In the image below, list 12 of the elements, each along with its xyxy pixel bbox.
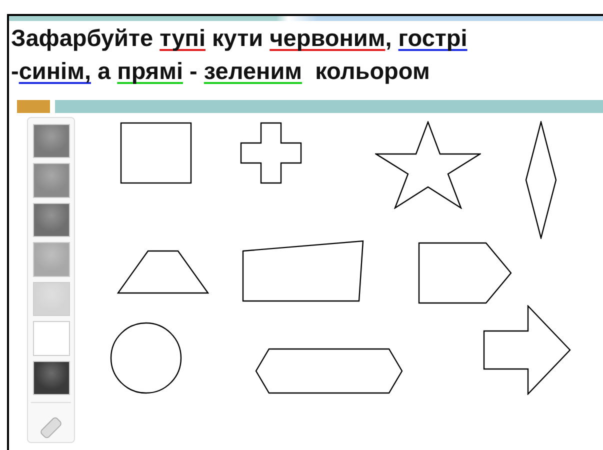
color-swatch[interactable]	[32, 282, 70, 316]
color-swatch[interactable]	[32, 202, 70, 238]
color-swatch[interactable]	[32, 321, 70, 356]
square-shape	[120, 122, 192, 184]
color-swatch[interactable]	[32, 360, 70, 396]
cross-shape	[240, 122, 302, 184]
color-swatch[interactable]	[32, 242, 70, 277]
color-swatch[interactable]	[32, 163, 70, 198]
circle-shape	[110, 322, 182, 394]
accent-bar	[17, 100, 50, 113]
instruction-text: Зафарбуйте тупі кути червоним, гострі -синім, а прямі - зеленим кольором	[10, 24, 468, 86]
color-swatch[interactable]	[32, 124, 70, 158]
